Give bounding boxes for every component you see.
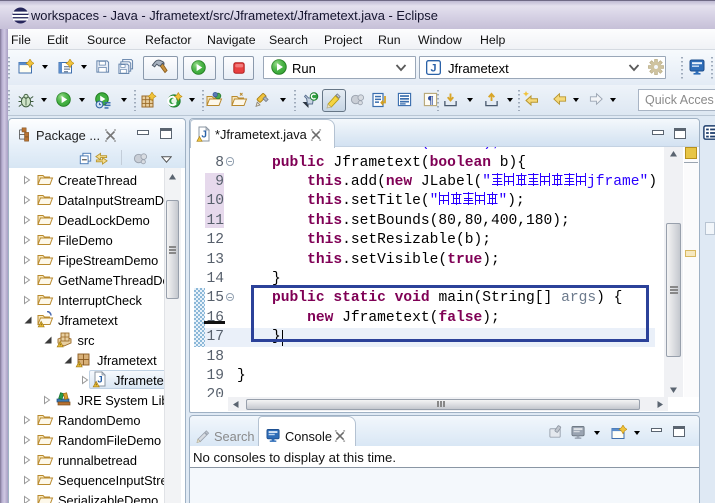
svg-text:J: J (97, 375, 102, 386)
svg-text:¶: ¶ (427, 95, 433, 107)
svg-text:J: J (201, 130, 207, 141)
svg-text:J: J (431, 62, 437, 74)
